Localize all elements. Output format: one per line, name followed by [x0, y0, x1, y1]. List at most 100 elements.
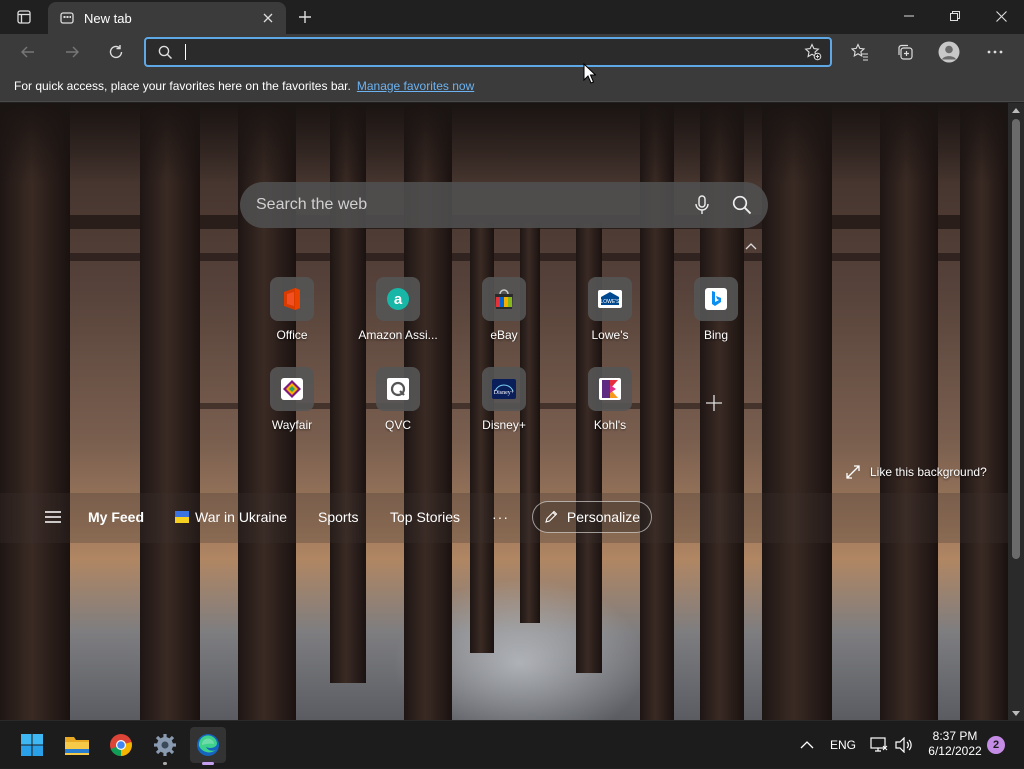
settings-and-more-button[interactable] [980, 38, 1010, 66]
quick-link-lowes[interactable]: LOWE'S Lowe's [570, 277, 650, 357]
tile-label: Bing [703, 328, 729, 342]
quick-link-amazon-assistant[interactable]: a Amazon Assi... [358, 277, 438, 357]
restore-button[interactable] [932, 0, 978, 32]
edge-button[interactable] [190, 727, 226, 765]
quick-link-kohls[interactable]: Kohl's [570, 367, 650, 447]
clock[interactable]: 8:37 PM 6/12/2022 [922, 729, 988, 759]
clock-time: 8:37 PM [932, 729, 978, 743]
close-tab-button[interactable] [258, 8, 278, 28]
triangle-up-icon [1012, 107, 1020, 113]
plus-icon [706, 395, 722, 411]
feed-tab-label: War in Ukraine [195, 509, 288, 525]
personalize-button[interactable]: Personalize [532, 501, 652, 533]
lowes-icon: LOWE'S [598, 290, 622, 308]
feed-menu-button[interactable] [44, 510, 64, 526]
svg-text:LOWE'S: LOWE'S [600, 299, 620, 305]
scroll-up-arrow[interactable] [1008, 103, 1024, 117]
volume-button[interactable] [895, 721, 913, 769]
page-scrollbar[interactable] [1008, 103, 1024, 720]
start-button[interactable] [14, 727, 50, 763]
kohls-icon [599, 378, 621, 400]
settings-app-button[interactable] [147, 727, 183, 765]
tab-new-tab[interactable]: New tab [48, 2, 286, 34]
search-icon [732, 195, 752, 215]
star-add-icon [804, 43, 822, 61]
favorites-bar-hint: For quick access, place your favorites h… [14, 78, 351, 93]
expand-icon [846, 465, 860, 479]
office-icon [284, 288, 300, 310]
language-label: ENG [830, 738, 857, 752]
quick-link-bing[interactable]: Bing [676, 277, 756, 357]
favorites-button[interactable] [845, 38, 875, 66]
collapse-quick-links-button[interactable] [742, 237, 760, 255]
tile-icon-box [270, 367, 314, 411]
microphone-icon [695, 195, 709, 214]
address-bar[interactable] [144, 37, 832, 67]
show-hidden-icons-button[interactable] [800, 721, 814, 769]
feed-tab-top-stories[interactable]: Top Stories [390, 509, 460, 525]
tile-icon-box: LOWE'S [588, 277, 632, 321]
plus-icon [299, 11, 311, 23]
close-window-button[interactable] [978, 0, 1024, 32]
minimize-icon [904, 15, 914, 17]
windows-taskbar: ENG 8:37 PM 6/12/2022 [0, 720, 1024, 768]
tab-actions-icon [17, 10, 31, 24]
quick-link-qvc[interactable]: QVC [358, 367, 438, 447]
refresh-button[interactable] [101, 38, 131, 66]
feed-tab-my-feed[interactable]: My Feed [88, 509, 144, 525]
ebay-icon [495, 289, 513, 309]
quick-link-ebay[interactable]: eBay [464, 277, 544, 357]
tile-label: Wayfair [271, 418, 313, 432]
new-tab-page-icon [60, 12, 74, 24]
tile-icon-box [270, 277, 314, 321]
back-button[interactable] [13, 38, 43, 66]
chrome-button[interactable] [103, 727, 139, 763]
file-explorer-button[interactable] [59, 727, 95, 763]
close-icon [263, 13, 273, 23]
add-favorite-button[interactable] [800, 39, 826, 65]
title-bar: New tab [0, 0, 1024, 34]
disney-plus-icon: Disney+ [492, 379, 516, 399]
tile-icon-box: a [376, 277, 420, 321]
scroll-down-arrow[interactable] [1008, 706, 1024, 720]
tab-actions-button[interactable] [0, 0, 48, 34]
new-tab-button[interactable] [292, 5, 318, 29]
minimize-button[interactable] [886, 0, 932, 32]
quick-link-wayfair[interactable]: Wayfair [252, 367, 332, 447]
feed-more-button[interactable]: ··· [492, 509, 509, 525]
notification-badge[interactable]: 2 [987, 736, 1005, 754]
pencil-icon [545, 510, 558, 523]
feed-tab-war-in-ukraine[interactable]: War in Ukraine [175, 509, 287, 525]
bing-icon [705, 288, 727, 310]
scrollbar-thumb[interactable] [1012, 119, 1020, 559]
quick-link-disney-plus[interactable]: Disney+ Disney+ [464, 367, 544, 447]
add-quick-link-button[interactable] [702, 391, 726, 415]
refresh-icon [109, 45, 123, 59]
ukraine-flag-icon [175, 511, 189, 523]
avatar-icon [938, 41, 960, 63]
feed-tab-sports[interactable]: Sports [318, 509, 358, 525]
network-button[interactable] [870, 721, 888, 769]
manage-favorites-link[interactable]: Manage favorites now [357, 79, 474, 93]
input-language-indicator[interactable]: ENG [830, 721, 856, 769]
collections-button[interactable] [890, 38, 920, 66]
like-background-button[interactable]: Like this background? [846, 465, 987, 479]
speaker-icon [895, 737, 912, 753]
personalize-label: Personalize [566, 509, 641, 525]
search-submit-button[interactable] [722, 185, 762, 225]
quick-link-office[interactable]: Office [252, 277, 332, 357]
forward-arrow-icon [66, 46, 79, 58]
close-icon [995, 10, 1007, 22]
active-window-indicator [202, 762, 214, 765]
profile-button[interactable] [934, 38, 964, 66]
address-input[interactable] [192, 44, 800, 60]
running-indicator [163, 762, 167, 765]
forward-button[interactable] [57, 38, 87, 66]
restore-icon [950, 11, 960, 21]
tile-label: Lowe's [591, 328, 629, 342]
voice-search-button[interactable] [682, 185, 722, 225]
amazon-assistant-icon: a [387, 288, 409, 310]
qvc-icon [387, 378, 409, 400]
web-search-box[interactable]: Search the web [240, 182, 768, 228]
tile-label: Office [276, 328, 308, 342]
